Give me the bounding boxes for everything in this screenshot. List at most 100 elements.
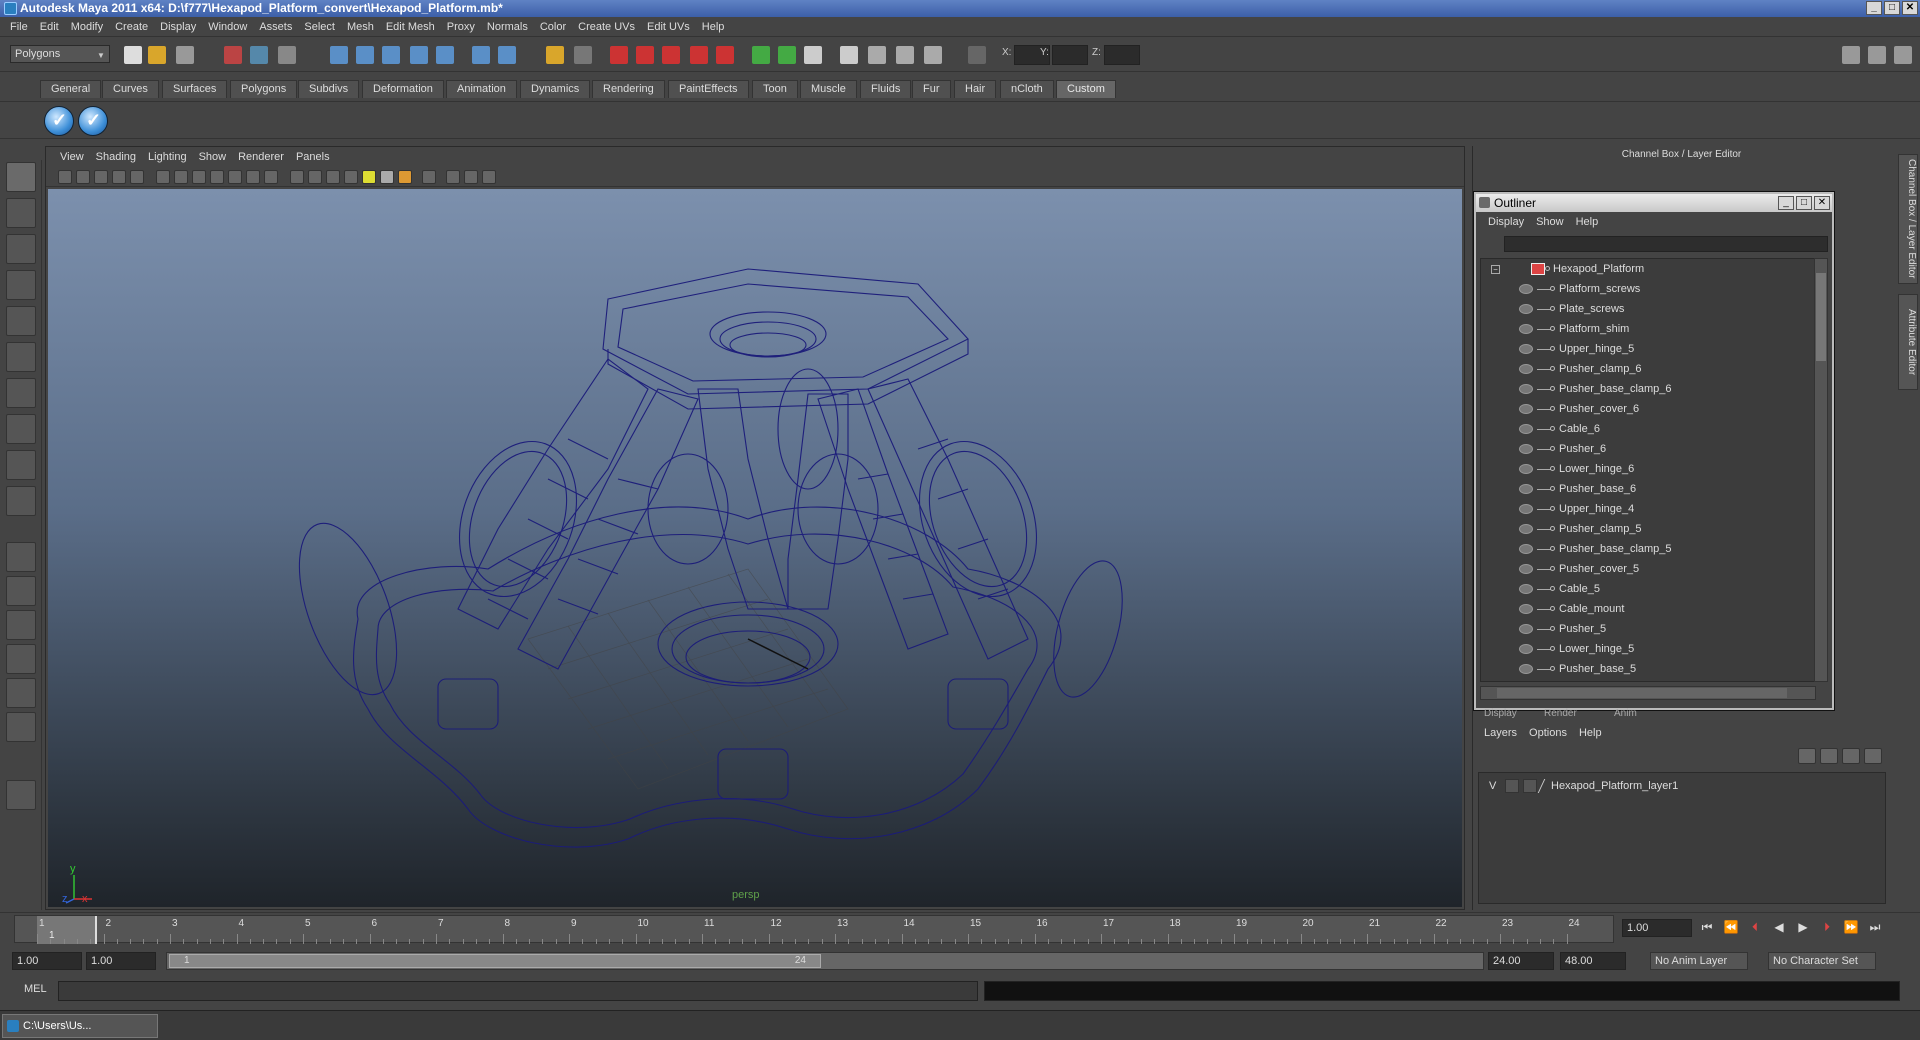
tree-item[interactable]: Plate_screws	[1481, 299, 1815, 319]
menu-help[interactable]: Help	[696, 21, 731, 33]
tree-item[interactable]: Pusher_6	[1481, 439, 1815, 459]
animation-end-field[interactable]: 48.00	[1560, 952, 1626, 970]
xray-icon[interactable]	[446, 170, 460, 184]
input-output-icon[interactable]	[752, 46, 770, 64]
ipr-render-icon[interactable]	[636, 46, 654, 64]
shelf-tab-muscle[interactable]: Muscle	[800, 80, 857, 98]
sidebar-toggle-icon[interactable]	[1842, 46, 1860, 64]
lock-icon[interactable]	[546, 46, 564, 64]
layer-row[interactable]: V Hexapod_Platform_layer1	[1479, 777, 1885, 795]
make-live-icon[interactable]	[436, 46, 454, 64]
layer-template-toggle[interactable]	[1505, 779, 1519, 793]
step-forward-frame-icon[interactable]: ⏵	[1818, 920, 1836, 936]
menu-modify[interactable]: Modify	[65, 21, 109, 33]
menu-display[interactable]: Display	[154, 21, 202, 33]
shelf-tab-rendering[interactable]: Rendering	[592, 80, 665, 98]
persp-graph-layout-icon[interactable]	[6, 712, 36, 742]
character-set-dropdown[interactable]: No Character Set	[1768, 952, 1876, 970]
tree-item[interactable]: Pusher_cover_6	[1481, 399, 1815, 419]
outliner-close-button[interactable]: ✕	[1814, 196, 1830, 210]
snap-curve-icon[interactable]	[356, 46, 374, 64]
go-to-end-icon[interactable]: ⏭	[1866, 920, 1884, 936]
shelf-tab-curves[interactable]: Curves	[102, 80, 159, 98]
step-back-frame-icon[interactable]: ⏴	[1746, 920, 1764, 936]
outliner-menu-show[interactable]: Show	[1530, 216, 1570, 228]
move-tool-icon[interactable]	[6, 270, 36, 300]
shelf-tab-surfaces[interactable]: Surfaces	[162, 80, 228, 98]
minimize-button[interactable]: _	[1866, 1, 1882, 15]
menu-create-uvs[interactable]: Create UVs	[572, 21, 641, 33]
bookmark-icon[interactable]	[94, 170, 108, 184]
go-to-start-icon[interactable]: ⏮	[1698, 920, 1716, 936]
help-icon[interactable]	[498, 46, 516, 64]
shelf-tab-dynamics[interactable]: Dynamics	[520, 80, 591, 98]
playback-start-field[interactable]: 1.00	[86, 952, 156, 970]
snap-plane-icon[interactable]	[410, 46, 428, 64]
step-forward-key-icon[interactable]: ⏩	[1842, 920, 1860, 936]
tree-item[interactable]: Cable_6	[1481, 419, 1815, 439]
current-time-field[interactable]: 1.00	[1622, 919, 1692, 937]
grid-icon[interactable]	[156, 170, 170, 184]
time-slider-track[interactable]: 1 1 2 3 4 5 6 7 8 9 10 11 12 13 14 15 16 17 18 19 20 21 22 23 2…	[14, 915, 1614, 944]
tree-item[interactable]: Upper_hinge_4	[1481, 499, 1815, 519]
single-perspective-layout-icon[interactable]	[6, 542, 36, 572]
tab-channel-box[interactable]: Channel Box / Layer Editor	[1898, 154, 1918, 284]
outliner-title-bar[interactable]: Outliner _ □ ✕	[1476, 194, 1832, 212]
range-slider[interactable]: 1 24	[166, 952, 1484, 970]
menu-assets[interactable]: Assets	[253, 21, 298, 33]
hypershade-persp-layout-icon[interactable]	[6, 678, 36, 708]
outliner-filter-input[interactable]	[1504, 236, 1828, 252]
isolate-select-icon[interactable]	[422, 170, 436, 184]
render-region-icon[interactable]	[574, 46, 592, 64]
new-scene-icon[interactable]	[124, 46, 142, 64]
tree-item[interactable]: Upper_hinge_5	[1481, 339, 1815, 359]
panel-menu-show[interactable]: Show	[193, 151, 233, 163]
tab-display[interactable]: Display	[1484, 708, 1517, 719]
play-forwards-icon[interactable]: ▶	[1794, 920, 1812, 936]
open-scene-icon[interactable]	[148, 46, 166, 64]
select-hierarchy-icon[interactable]	[224, 46, 242, 64]
layer-menu-help[interactable]: Help	[1573, 727, 1608, 739]
wireframe-icon[interactable]	[290, 170, 304, 184]
tab-anim[interactable]: Anim	[1614, 708, 1637, 719]
scrollbar-thumb[interactable]	[1497, 688, 1787, 698]
tree-item[interactable]: Platform_shim	[1481, 319, 1815, 339]
tab-render[interactable]: Render	[1544, 708, 1577, 719]
snap-grid-icon[interactable]	[330, 46, 348, 64]
playback-end-field[interactable]: 24.00	[1488, 952, 1554, 970]
tool-toggle-icon[interactable]	[1894, 46, 1912, 64]
menu-create[interactable]: Create	[109, 21, 154, 33]
maximize-button[interactable]: □	[1884, 1, 1900, 15]
tree-item[interactable]: Pusher_base_clamp_6	[1481, 379, 1815, 399]
minimized-window[interactable]: C:\Users\Us...	[2, 1014, 158, 1038]
menu-proxy[interactable]: Proxy	[441, 21, 481, 33]
resolution-gate-icon[interactable]	[192, 170, 206, 184]
safe-action-icon[interactable]	[246, 170, 260, 184]
safe-title-icon[interactable]	[264, 170, 278, 184]
scrollbar-thumb[interactable]	[1816, 273, 1826, 361]
outliner-persp-layout-icon[interactable]	[6, 610, 36, 640]
menu-edit-mesh[interactable]: Edit Mesh	[380, 21, 441, 33]
tree-item[interactable]: Pusher_clamp_6	[1481, 359, 1815, 379]
play-backwards-icon[interactable]: ◀	[1770, 920, 1788, 936]
check-icon[interactable]	[78, 106, 108, 136]
four-view-layout-icon[interactable]	[6, 576, 36, 606]
command-language-label[interactable]: MEL	[24, 983, 47, 995]
image-plane-icon[interactable]	[112, 170, 126, 184]
tree-item[interactable]: Pusher_base_6	[1481, 479, 1815, 499]
menu-file[interactable]: File	[4, 21, 34, 33]
wireframe-on-shaded-icon[interactable]	[326, 170, 340, 184]
render-view-icon[interactable]	[716, 46, 734, 64]
layer-editor-icon[interactable]	[896, 46, 914, 64]
xray-joints-icon[interactable]	[464, 170, 478, 184]
two-d-pan-icon[interactable]	[130, 170, 144, 184]
range-slider-thumb[interactable]: 1 24	[169, 954, 821, 968]
tool-settings-icon[interactable]	[840, 46, 858, 64]
tree-item[interactable]: Cable_mount	[1481, 599, 1815, 619]
menu-edit[interactable]: Edit	[34, 21, 65, 33]
render-layer-icon[interactable]	[778, 46, 796, 64]
backface-icon[interactable]	[482, 170, 496, 184]
layer-color-swatch[interactable]	[1523, 779, 1537, 793]
step-back-key-icon[interactable]: ⏪	[1722, 920, 1740, 936]
shelf-tab-custom[interactable]: Custom	[1056, 80, 1116, 98]
